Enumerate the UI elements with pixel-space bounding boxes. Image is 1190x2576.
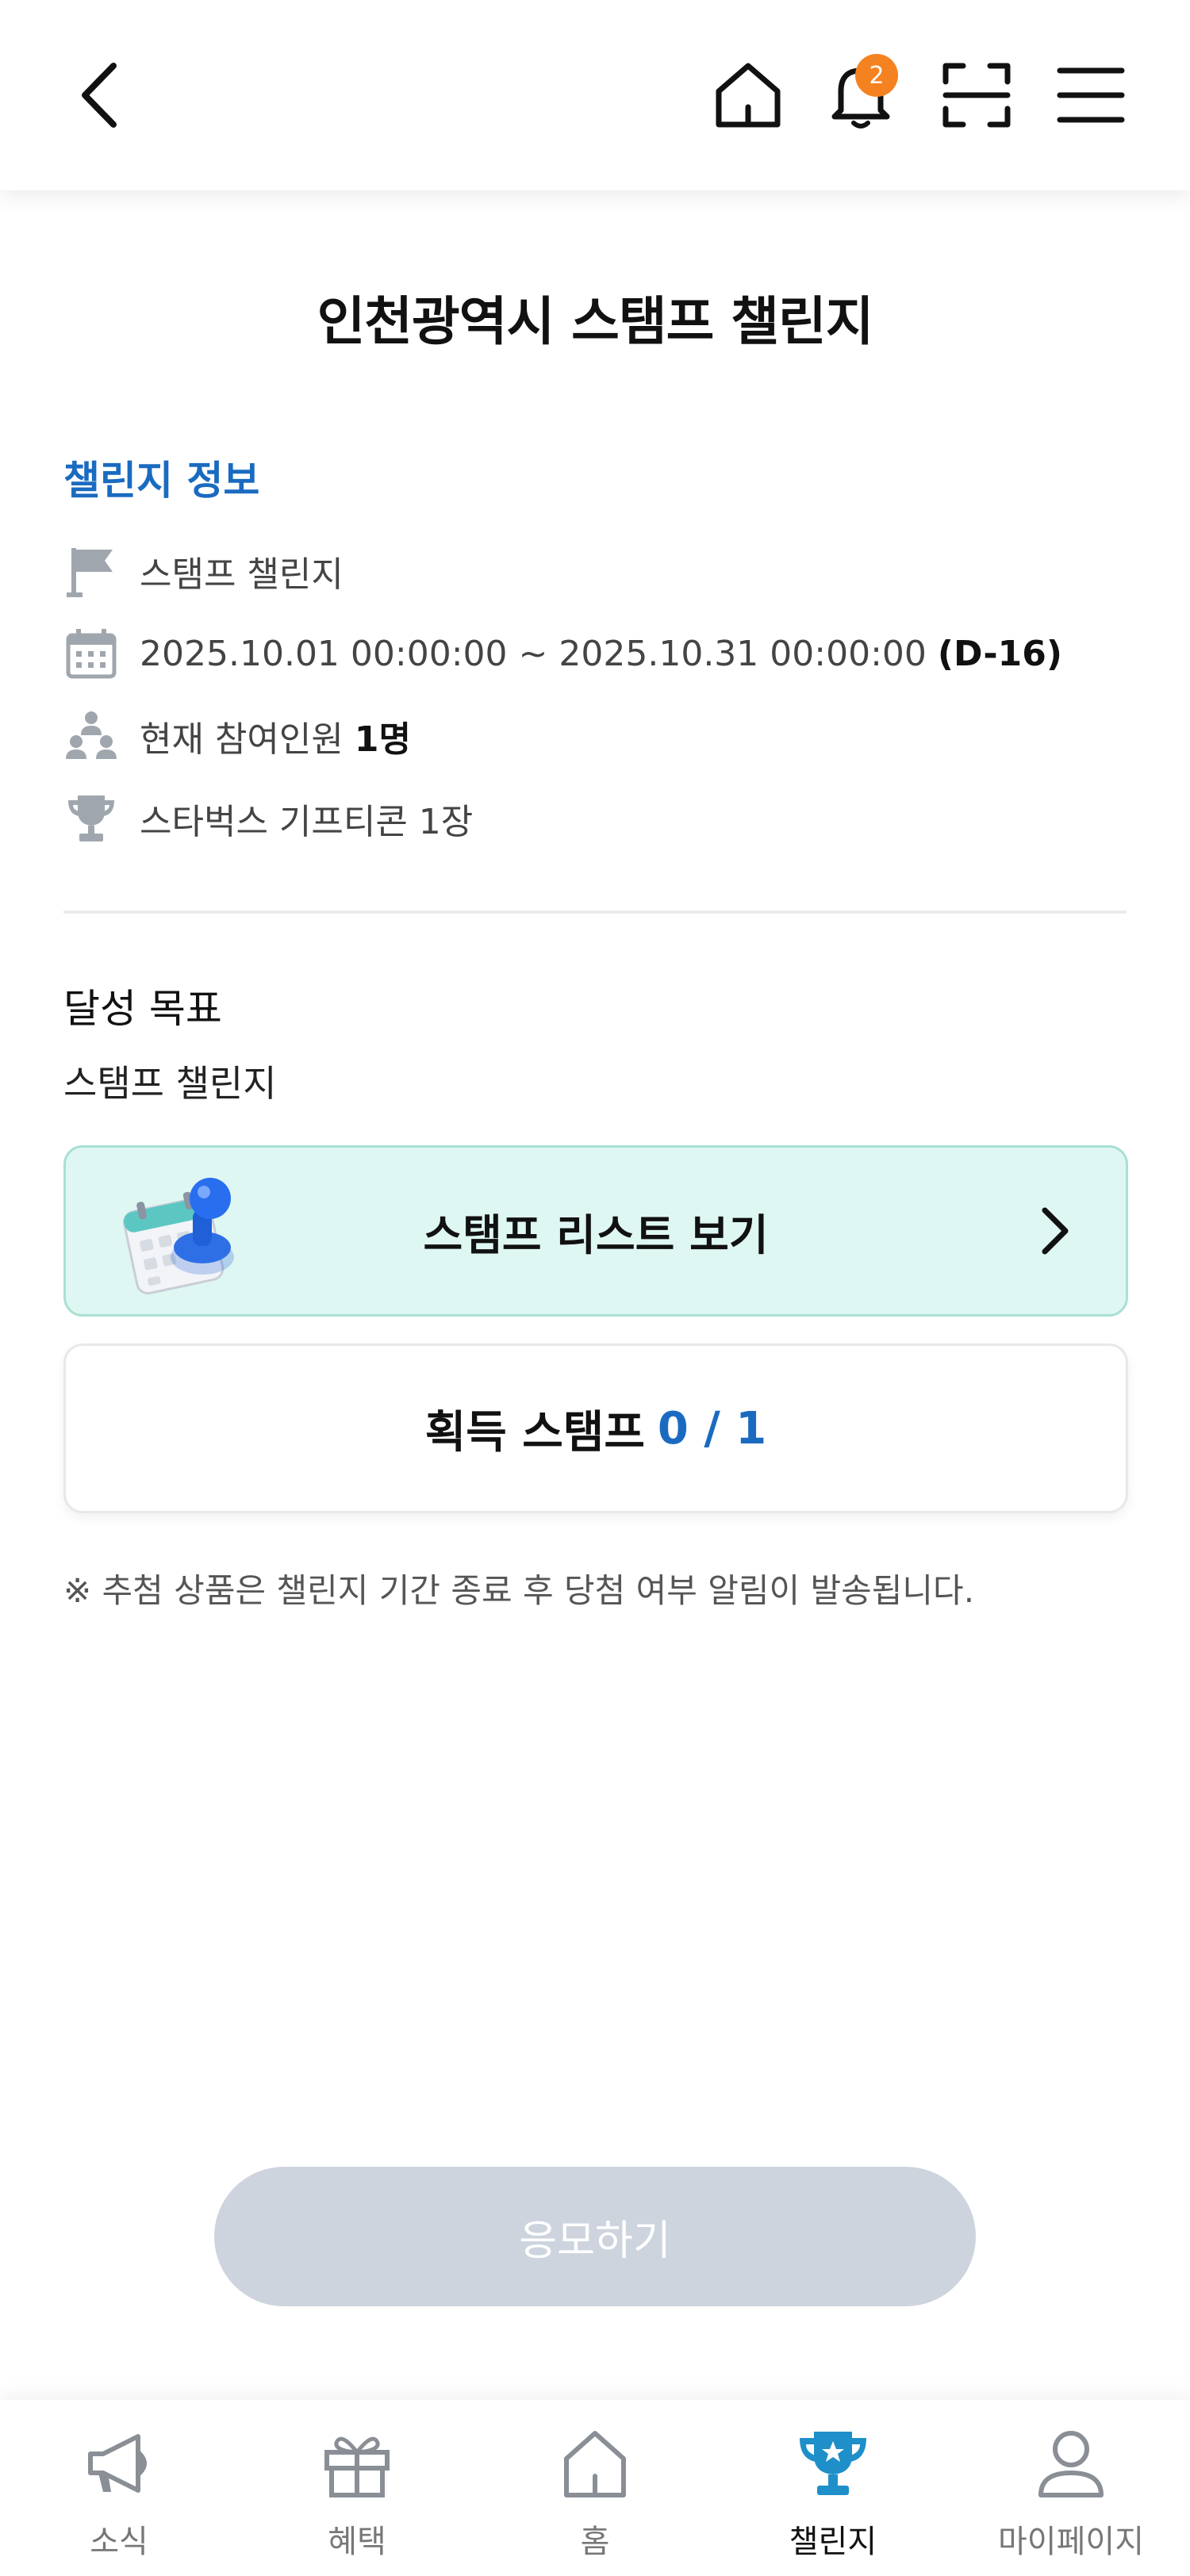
menu-button[interactable] (1047, 48, 1134, 143)
home-icon (716, 63, 781, 128)
hamburger-menu-icon (1057, 67, 1125, 123)
people-icon (63, 708, 119, 764)
top-app-bar: 2 (0, 0, 1190, 190)
nav-label-news: 소식 (90, 2524, 148, 2560)
period-range: 2025.10.01 00:00:00 ~ 2025.10.31 00:00:0… (140, 633, 927, 674)
trophy-icon (63, 791, 119, 846)
scan-icon (942, 63, 1011, 128)
trophy-icon (800, 2432, 866, 2495)
acquired-stamp-label: 획득 스탬프 (424, 1406, 645, 1459)
nav-item-home[interactable]: 홈 (476, 2400, 714, 2576)
participants-value: 1명 (354, 719, 411, 760)
person-icon (1038, 2431, 1104, 2497)
section-divider (63, 910, 1127, 914)
nav-item-benefits[interactable]: 혜택 (238, 2400, 476, 2576)
notification-button[interactable]: 2 (817, 48, 904, 143)
goal-text: 스탬프 챌린지 (63, 1062, 277, 1105)
gift-icon (324, 2436, 390, 2497)
participants-text: 현재 참여인원 1명 (140, 711, 411, 761)
home-button[interactable] (704, 48, 792, 143)
challenge-info-title: 챌린지 정보 (63, 458, 260, 504)
dday-label: (D-16) (937, 633, 1062, 674)
flag-icon (63, 543, 119, 599)
participants-row: 현재 참여인원 1명 (63, 704, 411, 768)
scan-button[interactable] (933, 48, 1020, 143)
nav-item-challenge[interactable]: 챌린지 (714, 2400, 952, 2576)
chevron-left-icon (82, 63, 117, 128)
megaphone-icon (88, 2434, 147, 2493)
stamp-list-label: 스탬프 리스트 보기 (423, 1209, 769, 1260)
notification-badge: 2 (855, 54, 898, 97)
nav-label-mypage: 마이페이지 (998, 2524, 1144, 2560)
page-title: 인천광역시 스탬프 챌린지 (317, 291, 874, 352)
goal-title: 달성 목표 (63, 986, 222, 1032)
calendar-icon (63, 626, 119, 681)
nav-item-mypage[interactable]: 마이페이지 (952, 2400, 1190, 2576)
bottom-navigation: 소식 혜택 홈 챌린지 마이페이지 (0, 2400, 1190, 2576)
stamp-calendar-illustration-icon (123, 1178, 234, 1295)
prize-text: 스타벅스 기프티콘 1장 (140, 802, 474, 842)
challenge-type-text: 스탬프 챌린지 (140, 554, 344, 595)
acquired-stamp-card: 획득 스탬프 0 / 1 (63, 1344, 1128, 1513)
apply-button[interactable]: 응모하기 (214, 2167, 976, 2306)
challenge-type-row: 스탬프 챌린지 (63, 539, 344, 603)
nav-label-home: 홈 (580, 2524, 610, 2560)
challenge-period-text: 2025.10.01 00:00:00 ~ 2025.10.31 00:00:0… (140, 634, 1062, 674)
nav-label-benefits: 혜택 (328, 2524, 386, 2560)
participants-label: 현재 참여인원 (140, 719, 344, 760)
nav-item-news[interactable]: 소식 (0, 2400, 238, 2576)
stamp-list-button[interactable]: 스탬프 리스트 보기 (63, 1145, 1128, 1317)
nav-label-challenge: 챌린지 (789, 2524, 877, 2560)
back-button[interactable] (56, 48, 143, 143)
prize-row: 스타벅스 기프티콘 1장 (63, 787, 473, 850)
home-icon (564, 2431, 626, 2497)
acquired-stamp-value: 0 / 1 (657, 1402, 767, 1455)
challenge-period-row: 2025.10.01 00:00:00 ~ 2025.10.31 00:00:0… (63, 622, 1062, 685)
notice-text: ※ 추첨 상품은 챌린지 기간 종료 후 당첨 여부 알림이 발송됩니다. (63, 1571, 975, 1610)
chevron-right-icon (1042, 1207, 1069, 1255)
